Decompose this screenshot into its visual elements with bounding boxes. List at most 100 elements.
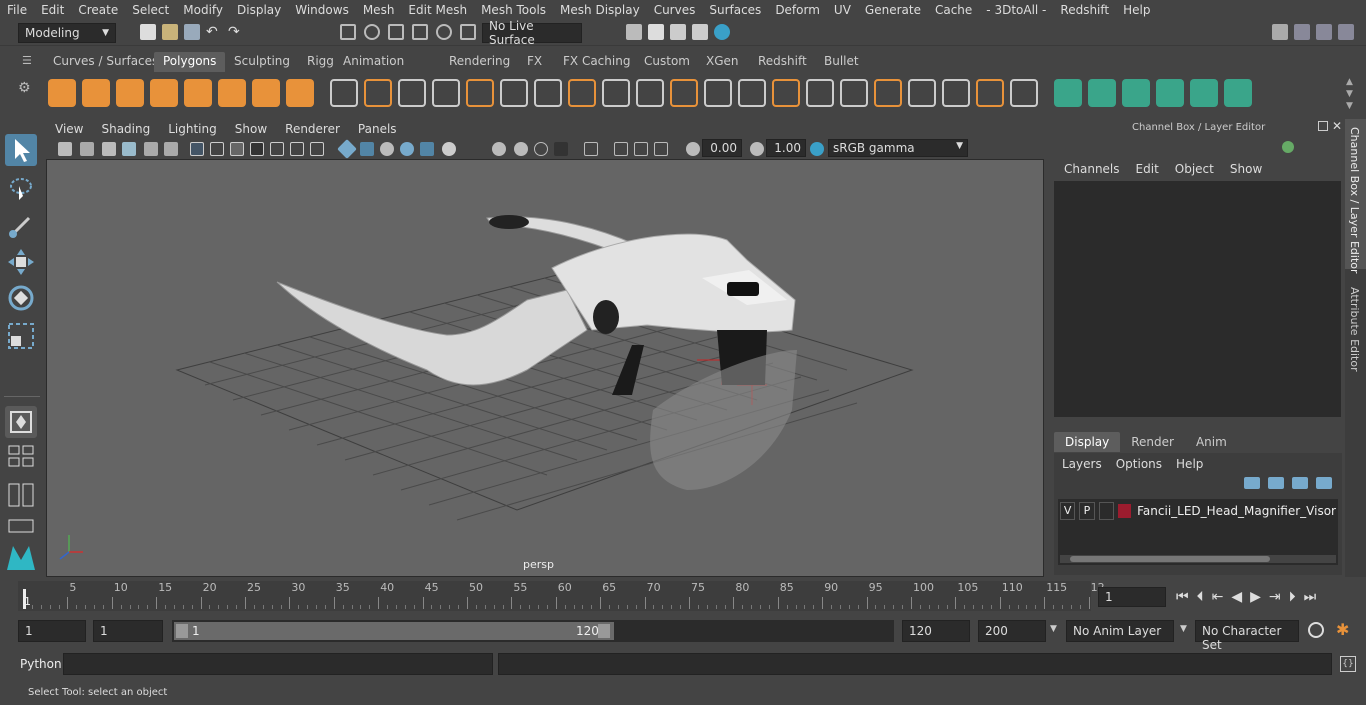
boolean-icon[interactable] (432, 79, 460, 107)
cylinder-icon[interactable] (116, 79, 144, 107)
menu-uv[interactable]: UV (827, 3, 858, 17)
render-frame-icon[interactable] (648, 24, 664, 40)
camera-safe-icon[interactable] (584, 142, 598, 156)
tool-settings-icon[interactable] (1316, 24, 1332, 40)
mirror-icon[interactable] (602, 79, 630, 107)
quad-draw-icon[interactable] (942, 79, 970, 107)
attribute-editor-icon[interactable] (1294, 24, 1310, 40)
mode-dropdown[interactable]: Modeling ▼ (18, 23, 116, 43)
move-layer-down-icon[interactable] (1268, 477, 1284, 489)
antialias-icon[interactable] (514, 142, 528, 156)
channel-menu-object[interactable]: Object (1167, 162, 1222, 176)
layer-color-swatch[interactable] (1117, 504, 1132, 518)
ipr-render-icon[interactable] (670, 24, 686, 40)
animation-end-field[interactable]: 200 (978, 620, 1046, 642)
bridge-edge-icon[interactable] (738, 79, 766, 107)
pipe-icon[interactable] (286, 79, 314, 107)
image-plane-icon[interactable] (122, 142, 136, 156)
menu-generate[interactable]: Generate (858, 3, 928, 17)
extract-icon[interactable] (398, 79, 426, 107)
snap-point-icon[interactable] (388, 24, 404, 40)
split-icon[interactable] (908, 79, 936, 107)
auto-map-icon[interactable] (1122, 79, 1150, 107)
ambient-occlusion-icon[interactable] (492, 142, 506, 156)
snap-curve-icon[interactable] (364, 24, 380, 40)
menu-mesh[interactable]: Mesh (356, 3, 402, 17)
axis-gizmo-icon[interactable] (1282, 141, 1294, 153)
menu-redshift[interactable]: Redshift (1053, 3, 1116, 17)
animation-start-field[interactable]: 1 (18, 620, 86, 642)
menu-edit-mesh[interactable]: Edit Mesh (401, 3, 474, 17)
float-panel-icon[interactable] (1318, 121, 1328, 131)
range-end-handle[interactable] (598, 624, 610, 638)
shadows-icon[interactable] (270, 142, 284, 156)
snap-view-icon[interactable] (412, 24, 428, 40)
gamma-icon[interactable] (750, 142, 764, 156)
screen-space-ao-icon[interactable] (290, 142, 304, 156)
bookmark-icon[interactable] (102, 142, 116, 156)
lasso-tool-icon[interactable] (5, 172, 37, 204)
new-layer-selected-icon[interactable] (1316, 477, 1332, 489)
chevron-down-icon[interactable]: ▼ (1050, 624, 1057, 634)
viewport-menu-shading[interactable]: Shading (92, 122, 159, 136)
shelf-tab-bullet[interactable]: Bullet (815, 52, 868, 72)
range-start-handle[interactable] (176, 624, 188, 638)
scale-tool-icon[interactable] (5, 320, 37, 352)
menu-curves[interactable]: Curves (647, 3, 703, 17)
time-ruler[interactable]: 1 5 10 15 20 25 30 35 40 45 50 55 60 65 70 75 80 85 90 95 1… (18, 581, 1105, 611)
viewport-menu-lighting[interactable]: Lighting (159, 122, 226, 136)
exposure-field[interactable]: 0.00 (702, 139, 742, 157)
render-settings-icon[interactable] (692, 24, 708, 40)
new-scene-icon[interactable] (140, 24, 156, 40)
color-management-icon[interactable] (810, 142, 824, 156)
tab-attribute-editor[interactable]: Attribute Editor (1345, 281, 1366, 381)
shelf-menu-icon[interactable]: ☰ (22, 54, 34, 68)
playback-start-field[interactable]: 1 (93, 620, 163, 642)
fill-hole-icon[interactable] (806, 79, 834, 107)
layer-display-type-toggle[interactable] (1098, 502, 1114, 520)
channel-list[interactable] (1054, 181, 1341, 417)
menu-3dtoall[interactable]: - 3DtoAll - (979, 3, 1053, 17)
save-scene-icon[interactable] (184, 24, 200, 40)
shelf-tab-rendering[interactable]: Rendering (440, 52, 520, 72)
shelf-tab-xgen[interactable]: XGen (697, 52, 748, 72)
layer-playback-toggle[interactable]: P (1079, 502, 1095, 520)
graph-layout-icon[interactable] (5, 518, 37, 534)
film-gate-icon[interactable] (164, 142, 178, 156)
menu-select[interactable]: Select (125, 3, 176, 17)
snap-grid-icon[interactable] (340, 24, 356, 40)
cube-icon[interactable] (82, 79, 110, 107)
channel-menu-channels[interactable]: Channels (1056, 162, 1128, 176)
new-empty-layer-icon[interactable] (1292, 477, 1308, 489)
layer-scrollbar[interactable] (1060, 555, 1336, 563)
pyramid-icon[interactable] (252, 79, 280, 107)
auto-key-icon[interactable] (1308, 622, 1324, 638)
layer-tab-display[interactable]: Display (1054, 432, 1121, 452)
bridge-icon[interactable] (670, 79, 698, 107)
four-view-layout-icon[interactable] (5, 444, 37, 468)
outliner-layout-icon[interactable] (5, 482, 37, 508)
combine-icon[interactable] (330, 79, 358, 107)
layer-menu-layers[interactable]: Layers (1062, 457, 1110, 471)
smooth-shade-icon[interactable] (210, 142, 224, 156)
rotate-tool-icon[interactable] (5, 282, 37, 314)
xray-components-icon[interactable] (400, 142, 414, 156)
torus-icon[interactable] (218, 79, 246, 107)
layer-menu-help[interactable]: Help (1176, 457, 1211, 471)
shelf-settings-icon[interactable]: ⚙ (18, 80, 34, 110)
go-to-start-icon[interactable]: ⏮ (1176, 589, 1189, 605)
plane-icon[interactable] (184, 79, 212, 107)
exposure-icon[interactable] (686, 142, 700, 156)
unfold-icon[interactable] (1054, 79, 1082, 107)
menu-create[interactable]: Create (71, 3, 125, 17)
extrude-icon[interactable] (704, 79, 732, 107)
menu-mesh-tools[interactable]: Mesh Tools (474, 3, 553, 17)
go-to-end-icon[interactable]: ⏭ (1304, 589, 1317, 605)
depth-of-field-icon[interactable] (534, 142, 548, 156)
layer-tab-render[interactable]: Render (1120, 432, 1185, 452)
uv-layout-icon[interactable] (1190, 79, 1218, 107)
menu-deform[interactable]: Deform (768, 3, 827, 17)
redo-icon[interactable]: ↷ (228, 24, 244, 40)
script-editor-icon[interactable]: {} (1340, 656, 1356, 672)
xray-joints-icon[interactable] (380, 142, 394, 156)
